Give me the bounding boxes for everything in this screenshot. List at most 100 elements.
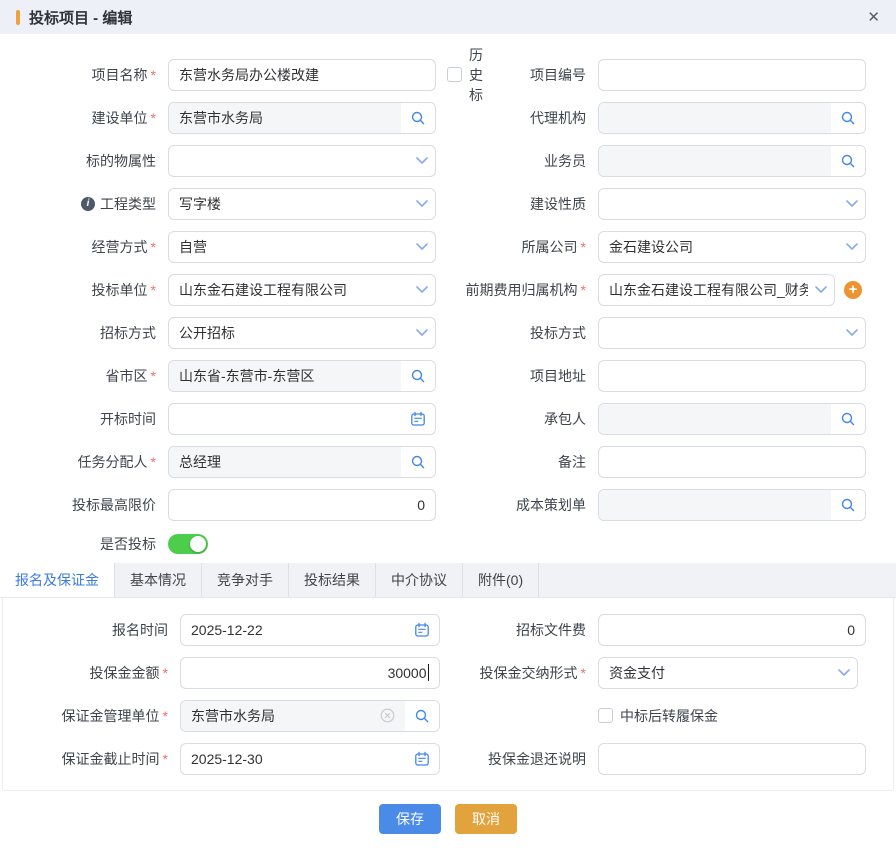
remark-input[interactable]	[598, 446, 866, 478]
field-cost-plan: 成本策划单	[448, 483, 896, 526]
field-address: 项目地址	[448, 354, 896, 397]
close-icon[interactable]: ✕	[867, 10, 880, 25]
subject-attr-select[interactable]	[168, 145, 436, 177]
bidding-unit-value: 山东金石建设工程有限公司	[169, 275, 409, 305]
doc-fee-input[interactable]	[598, 614, 866, 646]
bid-mode-select[interactable]	[598, 317, 866, 349]
clear-icon[interactable]	[380, 708, 395, 723]
project-name-input[interactable]	[168, 59, 436, 91]
signup-time-value: 2025-12-22	[181, 615, 405, 645]
search-icon[interactable]	[401, 361, 435, 391]
field-salesman: 业务员	[448, 139, 896, 182]
tab-intermediary-agreement[interactable]: 中介协议	[376, 563, 463, 597]
address-input[interactable]	[598, 360, 866, 392]
field-label: 省市区	[106, 366, 148, 386]
assigner-picker[interactable]: 总经理	[168, 446, 436, 478]
search-icon[interactable]	[831, 490, 865, 520]
deposit-pay-form-select[interactable]: 资金支付	[598, 657, 858, 689]
signup-time-datepicker[interactable]: 2025-12-22	[180, 614, 440, 646]
contractor-picker[interactable]	[598, 403, 866, 435]
is-bid-toggle[interactable]	[168, 534, 208, 554]
project-type-select[interactable]: 写字楼	[168, 188, 436, 220]
field-fee-org: 前期费用归属机构* 山东金石建设工程有限公司_财务 +	[448, 268, 896, 311]
info-icon[interactable]: i	[81, 197, 95, 211]
dialog-titlebar: 投标项目 - 编辑 ✕	[0, 0, 896, 34]
required-star: *	[581, 665, 586, 681]
deposit-amount-input[interactable]: 30000	[180, 657, 440, 689]
contractor-value	[599, 404, 831, 434]
tender-mode-select[interactable]: 公开招标	[168, 317, 436, 349]
dialog-footer: 保存 取消	[0, 804, 896, 834]
transfer-deposit-checkbox[interactable]	[598, 708, 613, 723]
search-icon[interactable]	[831, 103, 865, 133]
fee-org-select[interactable]: 山东金石建设工程有限公司_财务	[598, 274, 835, 306]
field-signup-time: 报名时间 2025-12-22	[3, 608, 449, 651]
region-picker[interactable]: 山东省-东营市-东营区	[168, 360, 436, 392]
cost-plan-picker[interactable]	[598, 489, 866, 521]
cancel-button[interactable]: 取消	[455, 804, 517, 834]
search-icon[interactable]	[401, 103, 435, 133]
required-star: *	[151, 110, 156, 126]
required-star: *	[151, 454, 156, 470]
calendar-icon[interactable]	[401, 404, 435, 434]
field-construction-unit: 建设单位* 东营市水务局	[0, 96, 448, 139]
field-label: 所属公司	[522, 237, 578, 257]
bid-mode-value	[599, 318, 839, 348]
text-caret	[428, 664, 430, 681]
field-label: 项目地址	[530, 366, 586, 386]
deposit-manage-unit-picker[interactable]: 东营市水务局	[180, 700, 440, 732]
tab-signup-deposit[interactable]: 报名及保证金	[0, 563, 115, 597]
refund-note-input[interactable]	[598, 743, 866, 775]
field-contractor: 承包人	[448, 397, 896, 440]
required-star: *	[163, 708, 168, 724]
search-icon[interactable]	[831, 146, 865, 176]
deposit-pay-form-value: 资金支付	[599, 658, 831, 688]
construction-unit-picker[interactable]: 东营市水务局	[168, 102, 436, 134]
field-agency: 代理机构	[448, 96, 896, 139]
salesman-value	[599, 146, 831, 176]
open-time-datepicker[interactable]	[168, 403, 436, 435]
company-select[interactable]: 金石建设公司	[598, 231, 866, 263]
field-label: 项目编号	[530, 65, 586, 85]
search-icon[interactable]	[405, 701, 439, 731]
calendar-icon[interactable]	[405, 615, 439, 645]
accent-bar-icon	[16, 10, 20, 25]
field-label: 是否投标	[100, 534, 156, 554]
field-label: 招标方式	[100, 323, 156, 343]
tab-attachments[interactable]: 附件(0)	[463, 563, 539, 597]
project-type-value: 写字楼	[169, 189, 409, 219]
tab-competitors[interactable]: 竞争对手	[202, 563, 289, 597]
save-button[interactable]: 保存	[379, 804, 441, 834]
chevron-down-icon	[409, 189, 435, 219]
tab-bid-result[interactable]: 投标结果	[289, 563, 376, 597]
required-star: *	[151, 368, 156, 384]
operation-mode-select[interactable]: 自营	[168, 231, 436, 263]
field-label: 保证金截止时间	[62, 749, 160, 769]
agency-picker[interactable]	[598, 102, 866, 134]
add-fee-org-button[interactable]: +	[844, 281, 862, 299]
search-icon[interactable]	[831, 404, 865, 434]
field-label: 任务分配人	[78, 452, 148, 472]
construction-nature-select[interactable]	[598, 188, 866, 220]
field-open-time: 开标时间	[0, 397, 448, 440]
project-code-input[interactable]	[598, 59, 866, 91]
salesman-picker[interactable]	[598, 145, 866, 177]
required-star: *	[581, 239, 586, 255]
tab-basic-info[interactable]: 基本情况	[115, 563, 202, 597]
calendar-icon[interactable]	[405, 744, 439, 774]
bidding-unit-select[interactable]: 山东金石建设工程有限公司	[168, 274, 436, 306]
search-icon[interactable]	[401, 447, 435, 477]
max-price-input[interactable]	[168, 489, 436, 521]
operation-mode-value: 自营	[169, 232, 409, 262]
fee-org-value: 山东金石建设工程有限公司_财务	[599, 275, 808, 305]
chevron-down-icon	[409, 146, 435, 176]
deposit-deadline-datepicker[interactable]: 2025-12-30	[180, 743, 440, 775]
chevron-down-icon	[409, 232, 435, 262]
field-operation-mode: 经营方式* 自营	[0, 225, 448, 268]
field-region: 省市区* 山东省-东营市-东营区	[0, 354, 448, 397]
cost-plan-value	[599, 490, 831, 520]
field-bidding-unit: 投标单位* 山东金石建设工程有限公司	[0, 268, 448, 311]
company-value: 金石建设公司	[599, 232, 839, 262]
chevron-down-icon	[831, 658, 857, 688]
open-time-value	[169, 404, 401, 434]
